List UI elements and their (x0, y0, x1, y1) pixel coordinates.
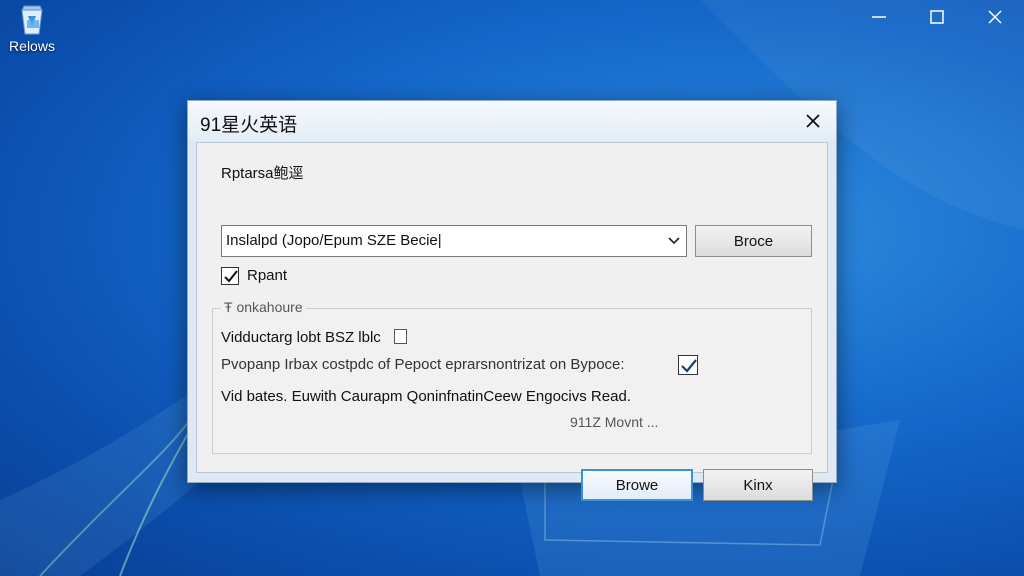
option-line-2: Pvopanp Irbax costpdc of Pepoct eprarsno… (221, 356, 625, 373)
close-icon[interactable] (966, 0, 1024, 34)
recycle-bin-icon (15, 2, 49, 36)
chevron-down-icon[interactable] (662, 226, 686, 256)
path-combobox[interactable]: Inslalpd (Jopo/Epum SZE Becie| (221, 225, 687, 257)
option-line-3: Vid bates. Euwith Caurapm QoninfnatinCee… (221, 388, 631, 405)
title-bar[interactable]: 91星火英语 (188, 101, 836, 141)
desktop-icon-label: Relows (9, 38, 55, 54)
close-icon (806, 114, 820, 128)
dialog-title: 91星火英语 (200, 115, 298, 136)
maximize-icon[interactable] (908, 0, 966, 34)
cancel-button[interactable]: Kinx (703, 469, 813, 501)
combo-value: Inslalpd (Jopo/Epum SZE Becie| (226, 232, 442, 249)
checkmark-icon (224, 270, 238, 283)
desktop-icon-relows[interactable]: Relows (6, 2, 58, 54)
minimize-icon[interactable] (850, 0, 908, 34)
dialog-close-button[interactable] (796, 105, 830, 137)
browse-button[interactable]: Broce (695, 225, 812, 257)
option-1-checkbox[interactable] (394, 329, 407, 344)
option-line-1: Vidductarg lobt BSZ lblc (221, 329, 381, 346)
checkmark-icon (681, 359, 697, 373)
dialog-client-area: Rptarsa鲍逕 Inslalpd (Jopo/Epum SZE Becie|… (196, 142, 828, 501)
checkbox-label: Rpant (247, 267, 288, 284)
status-text: 911Z Movnt ... (570, 414, 659, 430)
group-title: Ŧ onkahoure (221, 299, 306, 315)
rpant-checkbox[interactable] (221, 267, 239, 285)
dialog-window: 91星火英语 Rptarsa鲍逕 Inslalpd (Jopo/Epum SZE… (187, 100, 837, 501)
ok-button[interactable]: Browe (581, 469, 693, 501)
option-2-checkbox[interactable] (678, 355, 698, 375)
section-label: Rptarsa鲍逕 (221, 165, 304, 182)
window-controls (850, 0, 1024, 34)
